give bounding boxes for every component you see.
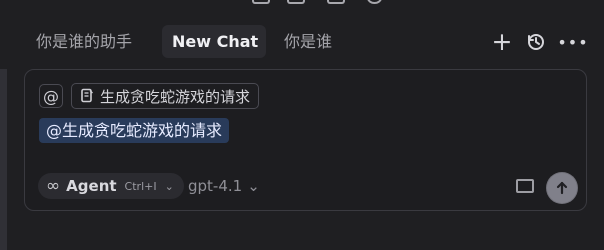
infinity-icon: ∞ xyxy=(46,175,61,196)
arrow-up-icon xyxy=(553,179,571,197)
panel-icon[interactable] xyxy=(287,0,305,4)
chat-tabs: 你是谁的助手 New Chat 你是谁 + ••• xyxy=(0,24,604,60)
more-icon[interactable]: ••• xyxy=(557,30,587,54)
chat-composer: @ 生成贪吃蛇游戏的请求 @生成贪吃蛇游戏的请求 ∞ Agent Ctrl+I … xyxy=(24,69,587,211)
agent-label: Agent xyxy=(66,177,117,195)
tab-new-chat[interactable]: New Chat xyxy=(162,25,266,58)
context-chip-label: 生成贪吃蛇游戏的请求 xyxy=(100,87,251,106)
layout-icon[interactable] xyxy=(252,0,270,4)
mention-at-button[interactable]: @ xyxy=(39,84,63,108)
tab-who-are-you[interactable]: 你是谁 xyxy=(274,25,342,58)
agent-shortcut: Ctrl+I xyxy=(124,179,157,193)
agent-mode-button[interactable]: ∞ Agent Ctrl+I ⌄ xyxy=(38,173,184,199)
history-icon[interactable] xyxy=(524,30,548,54)
left-panel-strip xyxy=(0,69,7,250)
model-label: gpt-4.1 xyxy=(188,177,243,195)
settings-icon[interactable] xyxy=(367,0,382,4)
top-icons xyxy=(0,0,604,6)
tab-helper-identity[interactable]: 你是谁的助手 xyxy=(26,25,142,58)
image-icon[interactable] xyxy=(516,179,534,193)
model-select[interactable]: gpt-4.1 ⌄ xyxy=(188,176,260,196)
chevron-down-icon: ⌄ xyxy=(164,179,174,193)
sidebar-icon[interactable] xyxy=(327,0,345,4)
send-button[interactable] xyxy=(546,172,578,204)
chevron-down-icon: ⌄ xyxy=(247,177,260,195)
plus-icon[interactable]: + xyxy=(490,29,514,54)
document-icon xyxy=(80,88,94,104)
context-chip[interactable]: 生成贪吃蛇游戏的请求 xyxy=(71,83,260,109)
mention-pill[interactable]: @生成贪吃蛇游戏的请求 xyxy=(39,118,230,143)
